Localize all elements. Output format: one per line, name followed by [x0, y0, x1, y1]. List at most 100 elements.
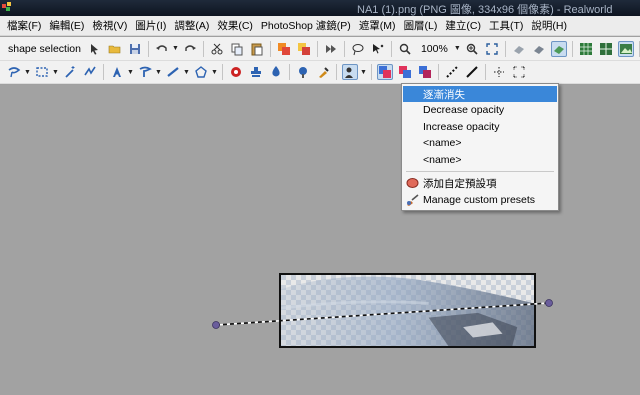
menu-edit[interactable]: 編輯(E): [47, 18, 90, 33]
main-toolbar: shape selection ▼ 100% ▼: [0, 37, 640, 61]
image-canvas[interactable]: [279, 273, 536, 348]
undo-dropdown-icon[interactable]: ▼: [172, 45, 179, 52]
toolbar-separator: [316, 40, 318, 57]
magic-wand-icon[interactable]: [62, 64, 78, 80]
grid-alt-icon[interactable]: [598, 41, 614, 57]
cut-icon[interactable]: [209, 41, 225, 57]
preset-increase-opacity[interactable]: Increase opacity: [403, 119, 557, 135]
copy-icon[interactable]: [229, 41, 245, 57]
pointer-magic-icon[interactable]: [370, 41, 386, 57]
layer-mode-a-icon[interactable]: [377, 64, 393, 80]
lasso-icon[interactable]: [350, 41, 366, 57]
toolbar-separator: [202, 40, 204, 57]
preset-name-2[interactable]: <name>: [403, 152, 557, 168]
anchor-points-icon[interactable]: [491, 64, 507, 80]
preset-fade[interactable]: 逐漸消失: [403, 86, 557, 102]
text-tool-icon[interactable]: [109, 64, 125, 80]
polygon-dropdown-icon[interactable]: ▼: [211, 69, 218, 76]
toolbar-separator: [336, 64, 337, 80]
lasso-shape-icon[interactable]: [6, 64, 22, 80]
menu-create[interactable]: 建立(C): [443, 18, 487, 33]
add-custom-preset[interactable]: 添加自定預設項: [403, 175, 557, 191]
zoom-dropdown-icon[interactable]: ▼: [454, 45, 461, 52]
image-view-icon[interactable]: [617, 40, 634, 57]
menu-effects[interactable]: 效果(C): [215, 18, 259, 33]
toolbar-separator: [222, 64, 223, 80]
fill-drop-icon[interactable]: [268, 64, 284, 80]
menu-separator: [406, 171, 554, 172]
dashed-line-icon[interactable]: [444, 64, 460, 80]
brush-icon[interactable]: [137, 64, 153, 80]
save-icon[interactable]: [127, 41, 143, 57]
toolbar-separator: [103, 64, 104, 80]
menu-help[interactable]: 說明(H): [529, 18, 573, 33]
text-dropdown-icon[interactable]: ▼: [127, 69, 134, 76]
lasso-dropdown-icon[interactable]: ▼: [24, 69, 31, 76]
layers-icon[interactable]: [276, 41, 292, 57]
menu-mask[interactable]: 遮罩(M): [357, 18, 402, 33]
zoom-in-icon[interactable]: [464, 41, 480, 57]
toolbar-separator: [343, 40, 345, 57]
grid-icon[interactable]: [578, 41, 594, 57]
gradient-tool-dropdown-icon[interactable]: ▼: [360, 69, 367, 76]
preset-decrease-opacity[interactable]: Decrease opacity: [403, 102, 557, 118]
toolbar-separator: [485, 64, 486, 80]
menu-file[interactable]: 檔案(F): [5, 18, 47, 33]
toolbar-separator: [504, 40, 506, 57]
gradient-presets-menu: 逐漸消失 Decrease opacity Increase opacity <…: [401, 83, 559, 211]
eraser-icon[interactable]: [511, 41, 527, 57]
clone-stamp-icon[interactable]: [248, 64, 264, 80]
eraser-alt-icon[interactable]: [531, 41, 547, 57]
eyedropper-icon[interactable]: [315, 64, 331, 80]
app-logo-icon: [2, 2, 11, 11]
toolbar-separator: [571, 40, 573, 57]
gradient-tool-icon[interactable]: [342, 64, 358, 80]
toolbar-separator: [147, 40, 149, 57]
tool-options-bar: ▼ ▼ ▼ ▼ ▼ ▼ ▼: [0, 61, 640, 84]
toolbar-separator: [269, 40, 271, 57]
select-icon[interactable]: [87, 41, 103, 57]
redo-icon[interactable]: [182, 41, 198, 57]
select-dropdown-icon[interactable]: ▼: [52, 69, 59, 76]
rectangle-select-icon[interactable]: [34, 64, 50, 80]
manage-custom-presets[interactable]: Manage custom presets: [403, 192, 557, 208]
window-title: NA1 (1).png (PNG 圖像, 334x96 個像素) - Realw…: [357, 4, 613, 16]
corner-points-icon[interactable]: [511, 64, 527, 80]
fit-screen-icon[interactable]: [484, 41, 500, 57]
menu-layer[interactable]: 圖層(L): [402, 18, 444, 33]
undo-icon[interactable]: [154, 41, 170, 57]
menu-tools[interactable]: 工具(T): [487, 18, 529, 33]
red-eye-icon[interactable]: [228, 64, 244, 80]
toolbar-separator: [371, 64, 372, 80]
toolbar-separator: [438, 64, 439, 80]
add-preset-icon: [406, 178, 419, 188]
active-tool-name: shape selection: [8, 42, 81, 55]
toolbar-separator: [390, 40, 392, 57]
polygon-tool-icon[interactable]: [193, 64, 209, 80]
title-bar: NA1 (1).png (PNG 圖像, 334x96 個像素) - Realw…: [0, 0, 640, 16]
forward-icon[interactable]: [323, 41, 339, 57]
open-folder-icon[interactable]: [107, 41, 123, 57]
zoom-tool-icon[interactable]: [397, 41, 413, 57]
solid-line-icon[interactable]: [464, 64, 480, 80]
menu-bar: 檔案(F) 編輯(E) 檢視(V) 圖片(I) 調整(A) 效果(C) Phot…: [0, 16, 640, 36]
menu-view[interactable]: 檢視(V): [90, 18, 133, 33]
preset-name-1[interactable]: <name>: [403, 135, 557, 151]
line-dropdown-icon[interactable]: ▼: [183, 69, 190, 76]
menu-image[interactable]: 圖片(I): [133, 18, 172, 33]
toolbar-separator: [289, 64, 290, 80]
menu-photoshop-filters[interactable]: PhotoShop 濾鏡(P): [259, 18, 357, 33]
zoom-level[interactable]: 100%: [415, 43, 454, 55]
smudge-tool-icon[interactable]: [550, 40, 567, 57]
line-tool-icon[interactable]: [165, 64, 181, 80]
brush-dropdown-icon[interactable]: ▼: [155, 69, 162, 76]
layer-copy-icon[interactable]: [296, 41, 312, 57]
photo-content: [281, 276, 534, 346]
crop-icon[interactable]: [82, 64, 98, 80]
layer-mode-c-icon[interactable]: [417, 64, 433, 80]
paste-icon[interactable]: [249, 41, 265, 57]
menu-adjust[interactable]: 調整(A): [172, 18, 215, 33]
layer-mode-b-icon[interactable]: [397, 64, 413, 80]
sponge-icon[interactable]: [295, 64, 311, 80]
manage-presets-icon: [407, 194, 419, 206]
